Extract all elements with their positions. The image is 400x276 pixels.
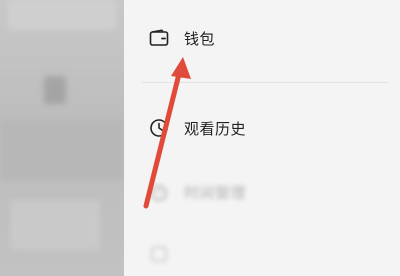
screen: 钱包 观看历史 时间管理 <box>0 0 400 276</box>
menu-item-time-management[interactable]: 时间管理 <box>124 170 400 214</box>
menu-item-label: 观看历史 <box>184 119 247 138</box>
dimmed-background-page[interactable] <box>0 0 124 276</box>
menu-item-wallet[interactable]: 钱包 <box>124 16 400 60</box>
menu-item-blurred[interactable] <box>124 232 400 276</box>
background-block <box>10 200 100 250</box>
menu-item-label: 钱包 <box>184 29 216 48</box>
menu-item-label: 时间管理 <box>184 183 247 202</box>
divider <box>142 82 388 83</box>
wallet-icon <box>148 27 170 49</box>
background-block <box>0 120 124 180</box>
timer-icon <box>148 181 170 203</box>
settings-icon <box>148 243 170 265</box>
side-drawer: 钱包 观看历史 时间管理 <box>124 0 400 276</box>
background-icon <box>44 76 66 104</box>
menu-item-watch-history[interactable]: 观看历史 <box>124 106 400 150</box>
background-block <box>8 0 116 30</box>
clock-icon <box>148 117 170 139</box>
